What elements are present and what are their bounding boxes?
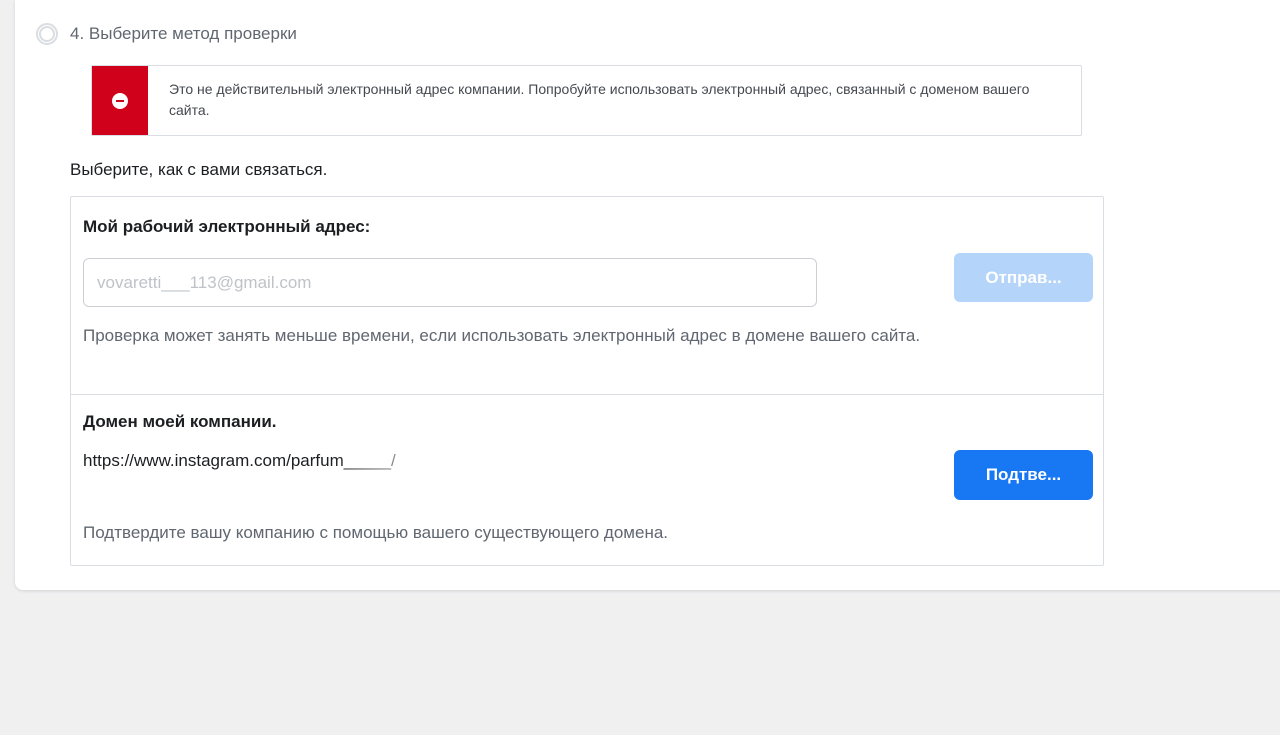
domain-option-title: Домен моей компании.	[83, 412, 277, 431]
send-button[interactable]: Отправ...	[954, 253, 1093, 302]
error-strip	[92, 66, 148, 135]
email-option-hint: Проверка может занять меньше времени, ес…	[83, 326, 921, 345]
work-email-input[interactable]	[83, 258, 817, 307]
step-title: 4. Выберите метод проверки	[70, 24, 297, 43]
error-minus-icon	[112, 92, 128, 109]
contact-options: Мой рабочий электронный адрес: Отправ...…	[70, 196, 1104, 566]
domain-url: https://www.instagram.com/parfum_____/	[83, 451, 396, 470]
contact-prompt: Выберите, как с вами связаться.	[70, 160, 328, 179]
email-option-title: Мой рабочий электронный адрес:	[83, 217, 371, 236]
domain-option-hint: Подтвердите вашу компанию с помощью ваше…	[83, 523, 669, 542]
step-radio-icon[interactable]	[36, 23, 58, 45]
email-option-section: Мой рабочий электронный адрес: Отправ...…	[71, 197, 1103, 395]
error-banner: Это не действительный электронный адрес …	[91, 65, 1082, 136]
step-header: 4. Выберите метод проверки	[36, 22, 297, 46]
domain-option-section: Домен моей компании. https://www.instagr…	[71, 395, 1103, 565]
error-message: Это не действительный электронный адрес …	[169, 81, 1030, 118]
verification-card: 4. Выберите метод проверки Это не действ…	[15, 0, 1280, 590]
confirm-button[interactable]: Подтве...	[954, 450, 1093, 500]
